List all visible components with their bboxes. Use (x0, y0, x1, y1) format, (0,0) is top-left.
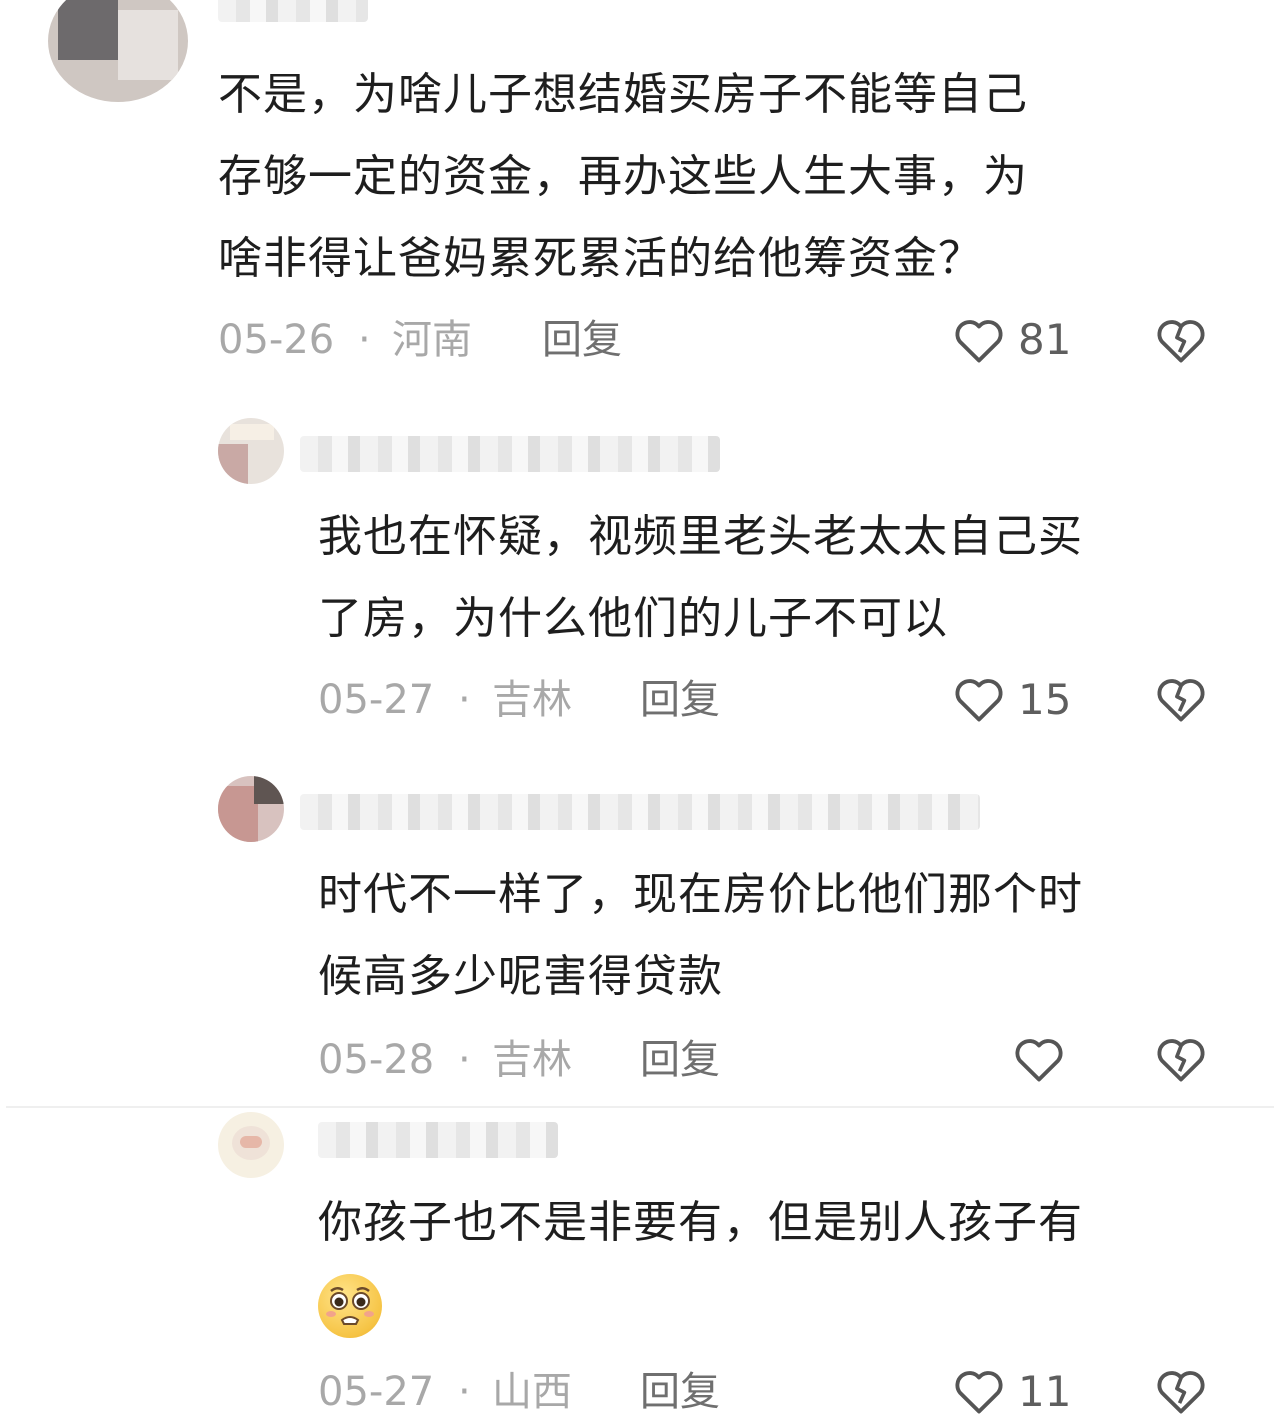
reply-button[interactable]: 回复 (640, 1362, 720, 1422)
comment-meta: 05-26 · 河南 回复 (0, 310, 1280, 370)
comment-divider (6, 1106, 1274, 1108)
like-count: 11 (1018, 1367, 1072, 1416)
broken-heart-icon[interactable] (1152, 670, 1210, 728)
broken-heart-icon[interactable] (1152, 1030, 1210, 1088)
comment-location: 吉林 (492, 1037, 572, 1083)
heart-outline-icon[interactable] (1010, 1030, 1068, 1088)
reply-button[interactable]: 回复 (640, 670, 720, 730)
avatar[interactable] (218, 1112, 284, 1178)
username-blurred[interactable] (300, 436, 720, 472)
comment-meta: 05-27 · 山西 回复 (0, 1362, 1280, 1422)
avatar[interactable] (48, 0, 188, 102)
avatar[interactable] (218, 418, 284, 484)
heart-outline-icon[interactable] (950, 1362, 1008, 1420)
username-blurred[interactable] (300, 794, 980, 830)
reply-button[interactable]: 回复 (542, 310, 622, 370)
heart-outline-icon[interactable] (950, 670, 1008, 728)
like-count: 81 (1018, 315, 1072, 364)
comment-text: 你孩子也不是非要有，但是别人孩子有 (318, 1197, 1083, 1248)
comment-date: 05-27 (318, 677, 435, 723)
comment-location: 吉林 (492, 677, 572, 723)
comment-meta: 05-27 · 吉林 回复 (0, 670, 1280, 730)
comment-date: 05-26 (218, 317, 335, 363)
comment-location: 河南 (392, 317, 472, 363)
comment-date: 05-27 (318, 1369, 435, 1415)
meta-separator: · (458, 1037, 471, 1083)
avatar[interactable] (218, 776, 284, 842)
comment-text: 我也在怀疑，视频里老头老太太自己买 了房，为什么他们的儿子不可以 (318, 511, 1083, 644)
meta-separator: · (358, 317, 371, 363)
broken-heart-icon[interactable] (1152, 311, 1210, 369)
reply-button[interactable]: 回复 (640, 1030, 720, 1090)
comment-location: 山西 (492, 1369, 572, 1415)
comment-date: 05-28 (318, 1037, 435, 1083)
pleading-face-icon (326, 1287, 374, 1325)
heart-outline-icon[interactable] (950, 311, 1008, 369)
broken-heart-icon[interactable] (1152, 1362, 1210, 1420)
comment-text: 不是，为啥儿子想结婚买房子不能等自己 存够一定的资金，再办这些人生大事，为 啥非… (218, 69, 1028, 284)
crying-pleading-face-emoji (318, 1274, 382, 1338)
username-blurred[interactable] (218, 0, 368, 22)
comment-text: 时代不一样了，现在房价比他们那个时 候高多少呢害得贷款 (318, 869, 1083, 1002)
like-count: 15 (1018, 675, 1072, 724)
username-blurred[interactable] (318, 1122, 558, 1158)
meta-separator: · (458, 677, 471, 723)
meta-separator: · (458, 1369, 471, 1415)
comment-meta: 05-28 · 吉林 回复 (0, 1030, 1280, 1090)
